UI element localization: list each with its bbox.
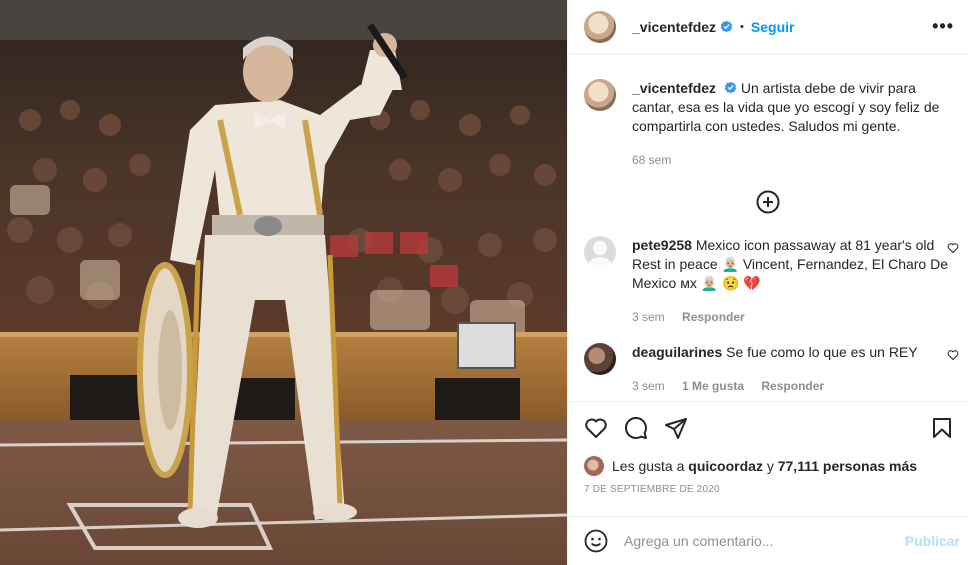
- author-avatar[interactable]: [584, 10, 616, 43]
- more-options-icon[interactable]: •••: [932, 16, 954, 37]
- comment-bubble-icon[interactable]: [624, 416, 648, 440]
- likes-count[interactable]: 77,111 personas más: [778, 458, 917, 474]
- save-bookmark-icon[interactable]: [930, 416, 954, 440]
- commenter-avatar[interactable]: [584, 343, 616, 375]
- plus-circle-icon[interactable]: [756, 190, 780, 214]
- likes-summary: Les gusta a quicoordaz y 77,111 personas…: [584, 454, 954, 478]
- post-date[interactable]: 7 DE SEPTIEMBRE DE 2020: [584, 484, 954, 495]
- caption-username[interactable]: _vicentefdez: [632, 80, 716, 96]
- comment-item: pete9258 Mexico icon passaway at 81 year…: [584, 236, 959, 327]
- author-username[interactable]: _vicentefdez: [632, 19, 716, 35]
- comment-time[interactable]: 3 sem: [632, 310, 665, 324]
- caption-avatar[interactable]: [584, 79, 616, 111]
- reply-button[interactable]: Responder: [761, 379, 824, 393]
- concert-photo-image: [0, 0, 567, 565]
- load-more-comments[interactable]: [584, 190, 952, 214]
- likes-user[interactable]: quicoordaz: [688, 458, 763, 474]
- post-details-panel: _vicentefdez • Seguir ••• _vicentefdez U…: [567, 0, 968, 565]
- commenter-avatar[interactable]: [584, 236, 616, 268]
- like-comment-heart-icon[interactable]: [947, 349, 959, 361]
- like-comment-heart-icon[interactable]: [947, 242, 959, 254]
- post-caption: _vicentefdez Un artista debe de vivir pa…: [584, 55, 952, 170]
- post-actions: Les gusta a quicoordaz y 77,111 personas…: [568, 401, 968, 495]
- comment-time[interactable]: 3 sem: [632, 379, 665, 393]
- comment-item: deaguilarines Se fue como lo que es un R…: [584, 343, 959, 396]
- like-heart-icon[interactable]: [584, 416, 608, 440]
- comment-text: Se fue como lo que es un REY: [726, 344, 918, 360]
- post-photo[interactable]: [0, 0, 567, 565]
- reply-button[interactable]: Responder: [682, 310, 745, 324]
- likes-middle: y: [766, 458, 774, 474]
- verified-badge-icon: [724, 81, 737, 94]
- emoji-icon[interactable]: [584, 529, 608, 553]
- likes-prefix: Les gusta a: [612, 458, 685, 474]
- share-send-icon[interactable]: [664, 416, 688, 440]
- comments-section[interactable]: _vicentefdez Un artista debe de vivir pa…: [568, 55, 968, 400]
- follow-button[interactable]: Seguir: [751, 19, 795, 35]
- liker-avatar[interactable]: [584, 456, 604, 476]
- post-header: _vicentefdez • Seguir •••: [568, 0, 968, 54]
- publish-button[interactable]: Publicar: [905, 533, 960, 549]
- comment-input[interactable]: [624, 533, 905, 549]
- header-separator: •: [740, 20, 744, 33]
- add-comment-bar: Publicar: [568, 516, 968, 565]
- comment-username[interactable]: deaguilarines: [632, 344, 722, 360]
- verified-badge-icon: [720, 20, 733, 33]
- post-dialog: _vicentefdez • Seguir ••• _vicentefdez U…: [0, 0, 968, 565]
- comment-likes-count[interactable]: 1 Me gusta: [682, 379, 744, 393]
- caption-time[interactable]: 68 sem: [632, 153, 671, 167]
- comment-username[interactable]: pete9258: [632, 237, 692, 253]
